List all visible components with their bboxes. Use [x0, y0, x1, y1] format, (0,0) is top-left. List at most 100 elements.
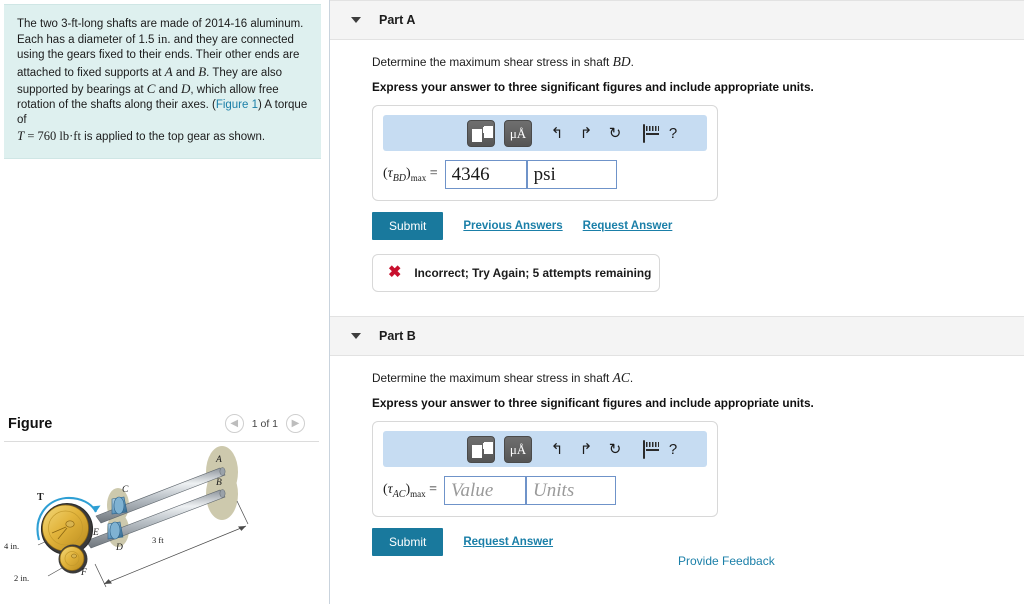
math-template-icon[interactable] — [467, 435, 495, 463]
part-b-prompt: Determine the maximum shear stress in sh… — [372, 370, 1024, 386]
part-b-lhs-eq: = — [429, 481, 438, 497]
part-a-body: Determine the maximum shear stress in sh… — [330, 40, 1024, 292]
part-b-instruction: Express your answer to three significant… — [372, 396, 814, 410]
part-b-body: Determine the maximum shear stress in sh… — [330, 356, 1024, 556]
part-a-previous-answers-link[interactable]: Previous Answers — [463, 220, 562, 232]
keyboard-icon[interactable] — [634, 439, 654, 459]
undo-icon[interactable]: ↰ — [547, 442, 567, 457]
part-a-prompt-post: . — [630, 55, 634, 69]
error-x-icon: ✖ — [388, 264, 402, 281]
question-line-2b: and they are connected — [170, 34, 294, 47]
part-b-prompt-post: . — [629, 371, 634, 385]
redo-icon[interactable]: ↱ — [576, 442, 596, 457]
diagram-dim-4in: 4 in. — [4, 541, 19, 551]
question-line-4b: and — [172, 66, 199, 79]
part-a-submit-button[interactable]: Submit — [372, 212, 444, 240]
question-statement: The two 3-ft-long shafts are made of 201… — [4, 4, 321, 159]
part-a-shaft-label: BD — [612, 54, 631, 69]
help-icon[interactable]: ? — [663, 442, 683, 457]
bearing-c — [111, 496, 128, 515]
torque-units: lb·ft — [59, 129, 81, 144]
question-line-5c: , which allow free — [190, 83, 279, 96]
part-a-lhs-eq: = — [429, 165, 438, 181]
part-a-label: Part A — [379, 13, 416, 27]
part-a-math-toolbar: μÅ ↰ ↱ ↻ ? — [383, 115, 707, 151]
part-a-request-answer-link[interactable]: Request Answer — [583, 220, 673, 232]
problem-page: The two 3-ft-long shafts are made of 201… — [0, 0, 1024, 604]
diagram-dim-3ft: 3 ft — [152, 535, 164, 545]
part-a-section: Part A Determine the maximum shear stres… — [330, 0, 1024, 292]
part-b-actions: Submit Request Answer — [372, 528, 1024, 556]
diagram-label-b: B — [216, 478, 222, 488]
part-a-feedback-text: Incorrect; Try Again; 5 attempts remaini… — [414, 266, 652, 280]
part-a-feedback: ✖ Incorrect; Try Again; 5 attempts remai… — [372, 254, 660, 292]
chevron-right-icon[interactable]: ▶ — [286, 414, 305, 433]
caret-down-icon[interactable] — [351, 17, 361, 23]
unit-inches: in. — [157, 32, 171, 47]
part-a-instruction: Express your answer to three significant… — [372, 80, 814, 94]
part-b-label: Part B — [379, 329, 416, 343]
units-icon-label: μÅ — [509, 441, 527, 457]
part-b-shaft-label: AC — [612, 370, 630, 385]
question-line-3: using the gears fixed to their ends. The… — [17, 49, 300, 62]
diagram-label-d: D — [115, 543, 123, 553]
redo-icon[interactable]: ↱ — [576, 126, 596, 141]
help-icon[interactable]: ? — [663, 126, 683, 141]
part-a-actions: Submit Previous Answers Request Answer — [372, 212, 1024, 240]
question-line-6a: rotation of the shafts along their axes.… — [17, 99, 216, 112]
undo-icon[interactable]: ↰ — [547, 126, 567, 141]
part-a-answer-row: (τBD)max = — [383, 160, 707, 189]
question-line-7-rest: is applied to the top gear as shown. — [80, 131, 266, 144]
question-line-2a: Each has a diameter of 1.5 — [17, 34, 158, 47]
left-panel: The two 3-ft-long shafts are made of 201… — [0, 0, 330, 604]
part-a-value-input[interactable] — [444, 160, 527, 189]
figure-1-link[interactable]: Figure 1 — [216, 99, 258, 111]
part-a-header[interactable]: Part A — [330, 0, 1024, 40]
question-line-5a: supported by bearings at — [17, 83, 147, 96]
units-icon-label: μÅ — [509, 125, 527, 141]
diagram-label-c: C — [122, 485, 129, 495]
part-a-units-input[interactable] — [526, 160, 617, 189]
right-panel: Part A Determine the maximum shear stres… — [330, 0, 1024, 604]
micro-angstrom-units-icon[interactable]: μÅ — [504, 119, 532, 147]
diagram-dim-2in: 2 in. — [14, 573, 29, 583]
bearing-d — [107, 521, 124, 540]
shaft-gear-diagram-svg: A B C D E F T 3 ft 4 in. 2 in. — [4, 446, 249, 588]
micro-angstrom-units-icon[interactable]: μÅ — [504, 435, 532, 463]
figure-diagram[interactable]: A B C D E F T 3 ft 4 in. 2 in. — [0, 442, 320, 604]
part-b-header[interactable]: Part B — [330, 316, 1024, 356]
caret-down-icon[interactable] — [351, 333, 361, 339]
part-a-answer-widget: μÅ ↰ ↱ ↻ ? (τBD)max = — [372, 105, 718, 201]
label-A: A — [164, 63, 173, 79]
part-b-lhs-max: max — [410, 488, 426, 499]
torque-value: = 760 — [24, 129, 60, 144]
part-b-math-toolbar: μÅ ↰ ↱ ↻ ? — [383, 431, 707, 467]
label-D: D — [181, 80, 191, 96]
part-b-section: Part B Determine the maximum shear stres… — [330, 316, 1024, 556]
part-a-answer-label: (τBD)max = — [383, 165, 438, 184]
question-line-5b: and — [155, 83, 182, 96]
figure-title: Figure — [8, 415, 53, 432]
provide-feedback-link[interactable]: Provide Feedback — [678, 554, 775, 568]
keyboard-icon[interactable] — [634, 123, 654, 143]
label-B: B — [198, 63, 207, 79]
part-b-prompt-pre: Determine the maximum shear stress in sh… — [372, 371, 613, 385]
part-b-value-input[interactable] — [444, 476, 527, 505]
reset-icon[interactable]: ↻ — [605, 126, 625, 141]
math-template-icon[interactable] — [467, 119, 495, 147]
part-b-submit-button[interactable]: Submit — [372, 528, 444, 556]
part-b-units-input[interactable] — [526, 476, 617, 505]
part-a-lhs-sub: BD — [392, 172, 407, 184]
chevron-left-icon[interactable]: ◀ — [224, 414, 244, 433]
question-line-4a: attached to fixed supports at — [17, 66, 165, 79]
figure-header: Figure ◀ 1 of 1 ▶ — [4, 408, 319, 442]
part-b-lhs-sub: AC — [392, 488, 406, 500]
part-a-prompt-pre: Determine the maximum shear stress in sh… — [372, 55, 613, 69]
part-b-request-answer-link[interactable]: Request Answer — [463, 536, 553, 548]
question-line-4c: . They are also — [206, 66, 283, 79]
diagram-label-t: T — [37, 492, 44, 503]
part-b-answer-row: (τAC)max = — [383, 476, 707, 505]
diagram-label-a: A — [215, 455, 222, 465]
figure-navigation: ◀ 1 of 1 ▶ — [224, 414, 305, 433]
reset-icon[interactable]: ↻ — [605, 442, 625, 457]
